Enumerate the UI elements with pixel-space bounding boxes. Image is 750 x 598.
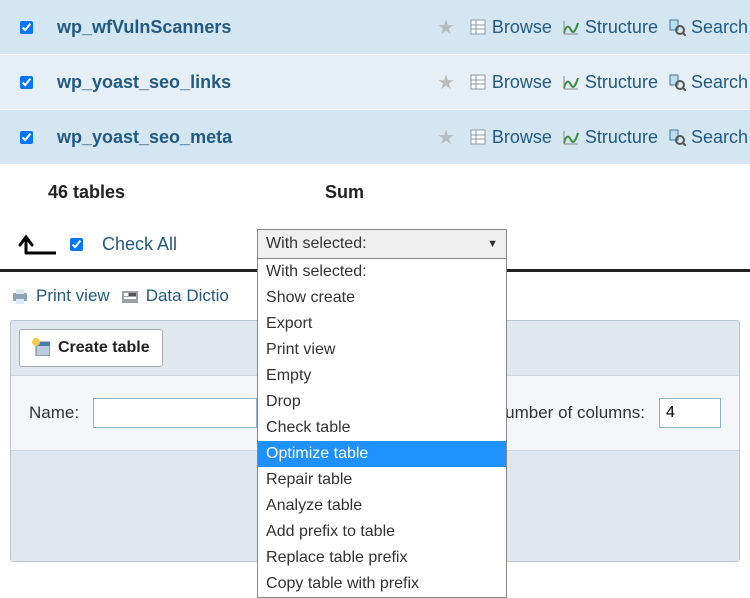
favorite-icon[interactable]: ★ — [437, 70, 455, 95]
table-name-link[interactable]: wp_yoast_seo_links — [57, 72, 231, 93]
select-option[interactable]: Check table — [258, 415, 506, 441]
structure-icon — [562, 18, 580, 36]
select-option[interactable]: Add prefix to table — [258, 519, 506, 545]
structure-icon — [562, 128, 580, 146]
select-option[interactable]: Copy table with prefix — [258, 571, 506, 597]
checkall-bar: Check All With selected: ▼ With selected… — [0, 219, 750, 272]
print-view-link[interactable]: Print view — [36, 286, 110, 306]
tables-sum: Sum — [325, 182, 364, 203]
structure-link[interactable]: Structure — [562, 72, 658, 93]
search-link[interactable]: Search — [668, 127, 748, 148]
structure-link[interactable]: Structure — [562, 17, 658, 38]
row-checkbox[interactable] — [20, 76, 33, 89]
structure-icon — [562, 73, 580, 91]
select-option[interactable]: Empty — [258, 363, 506, 389]
num-columns-input[interactable] — [659, 398, 721, 428]
with-selected-selectbox[interactable]: With selected: ▼ — [257, 229, 507, 259]
checkall-checkbox[interactable] — [70, 238, 83, 251]
table-row: wp_yoast_seo_meta ★ Browse Structure Search — [0, 110, 750, 165]
row-checkbox[interactable] — [20, 131, 33, 144]
browse-icon — [469, 18, 487, 36]
with-selected-options: With selected:Show createExportPrint vie… — [257, 258, 507, 598]
select-option[interactable]: Optimize table — [258, 441, 506, 467]
select-option[interactable]: Drop — [258, 389, 506, 415]
table-row: wp_yoast_seo_links ★ Browse Structure Search — [0, 55, 750, 110]
browse-icon — [469, 73, 487, 91]
search-icon — [668, 18, 686, 36]
select-option[interactable]: Replace table prefix — [258, 545, 506, 571]
select-option[interactable]: Export — [258, 311, 506, 337]
with-selected-current: With selected: — [266, 235, 366, 253]
table-name-link[interactable]: wp_yoast_seo_meta — [57, 127, 232, 148]
select-option[interactable]: Analyze table — [258, 493, 506, 519]
select-option[interactable]: Print view — [258, 337, 506, 363]
num-columns-label: umber of columns: — [505, 403, 645, 423]
search-link[interactable]: Search — [668, 72, 748, 93]
chevron-down-icon: ▼ — [487, 238, 498, 250]
create-table-button[interactable]: Create table — [19, 329, 163, 367]
name-label: Name: — [29, 403, 79, 423]
create-table-label: Create table — [58, 339, 150, 357]
browse-icon — [469, 128, 487, 146]
browse-link[interactable]: Browse — [469, 127, 552, 148]
with-selected-dropdown[interactable]: With selected: ▼ With selected:Show crea… — [257, 229, 507, 259]
browse-link[interactable]: Browse — [469, 17, 552, 38]
search-icon — [668, 73, 686, 91]
tables-footer-row: 46 tables Sum — [0, 165, 750, 219]
tables-count: 46 tables — [48, 182, 125, 203]
data-dictionary-icon — [120, 286, 140, 306]
structure-link[interactable]: Structure — [562, 127, 658, 148]
table-name-input[interactable] — [93, 398, 257, 428]
data-dictionary-link[interactable]: Data Dictio — [146, 286, 229, 306]
browse-link[interactable]: Browse — [469, 72, 552, 93]
tables-list: wp_wfVulnScanners★BrowseStructureSearchw… — [0, 0, 750, 165]
table-name-link[interactable]: wp_wfVulnScanners — [57, 17, 231, 38]
select-option[interactable]: Show create — [258, 285, 506, 311]
row-checkbox[interactable] — [20, 21, 33, 34]
favorite-icon[interactable]: ★ — [437, 15, 455, 40]
print-icon — [10, 286, 30, 306]
table-row: wp_wfVulnScanners ★ Browse Structure Search — [0, 0, 750, 55]
favorite-icon[interactable]: ★ — [437, 125, 455, 150]
search-icon — [668, 128, 686, 146]
select-option[interactable]: With selected: — [258, 259, 506, 285]
search-link[interactable]: Search — [668, 17, 748, 38]
select-option[interactable]: Repair table — [258, 467, 506, 493]
new-table-icon — [32, 338, 52, 358]
arrow-up-icon — [14, 231, 56, 257]
checkall-link[interactable]: Check All — [102, 234, 177, 255]
